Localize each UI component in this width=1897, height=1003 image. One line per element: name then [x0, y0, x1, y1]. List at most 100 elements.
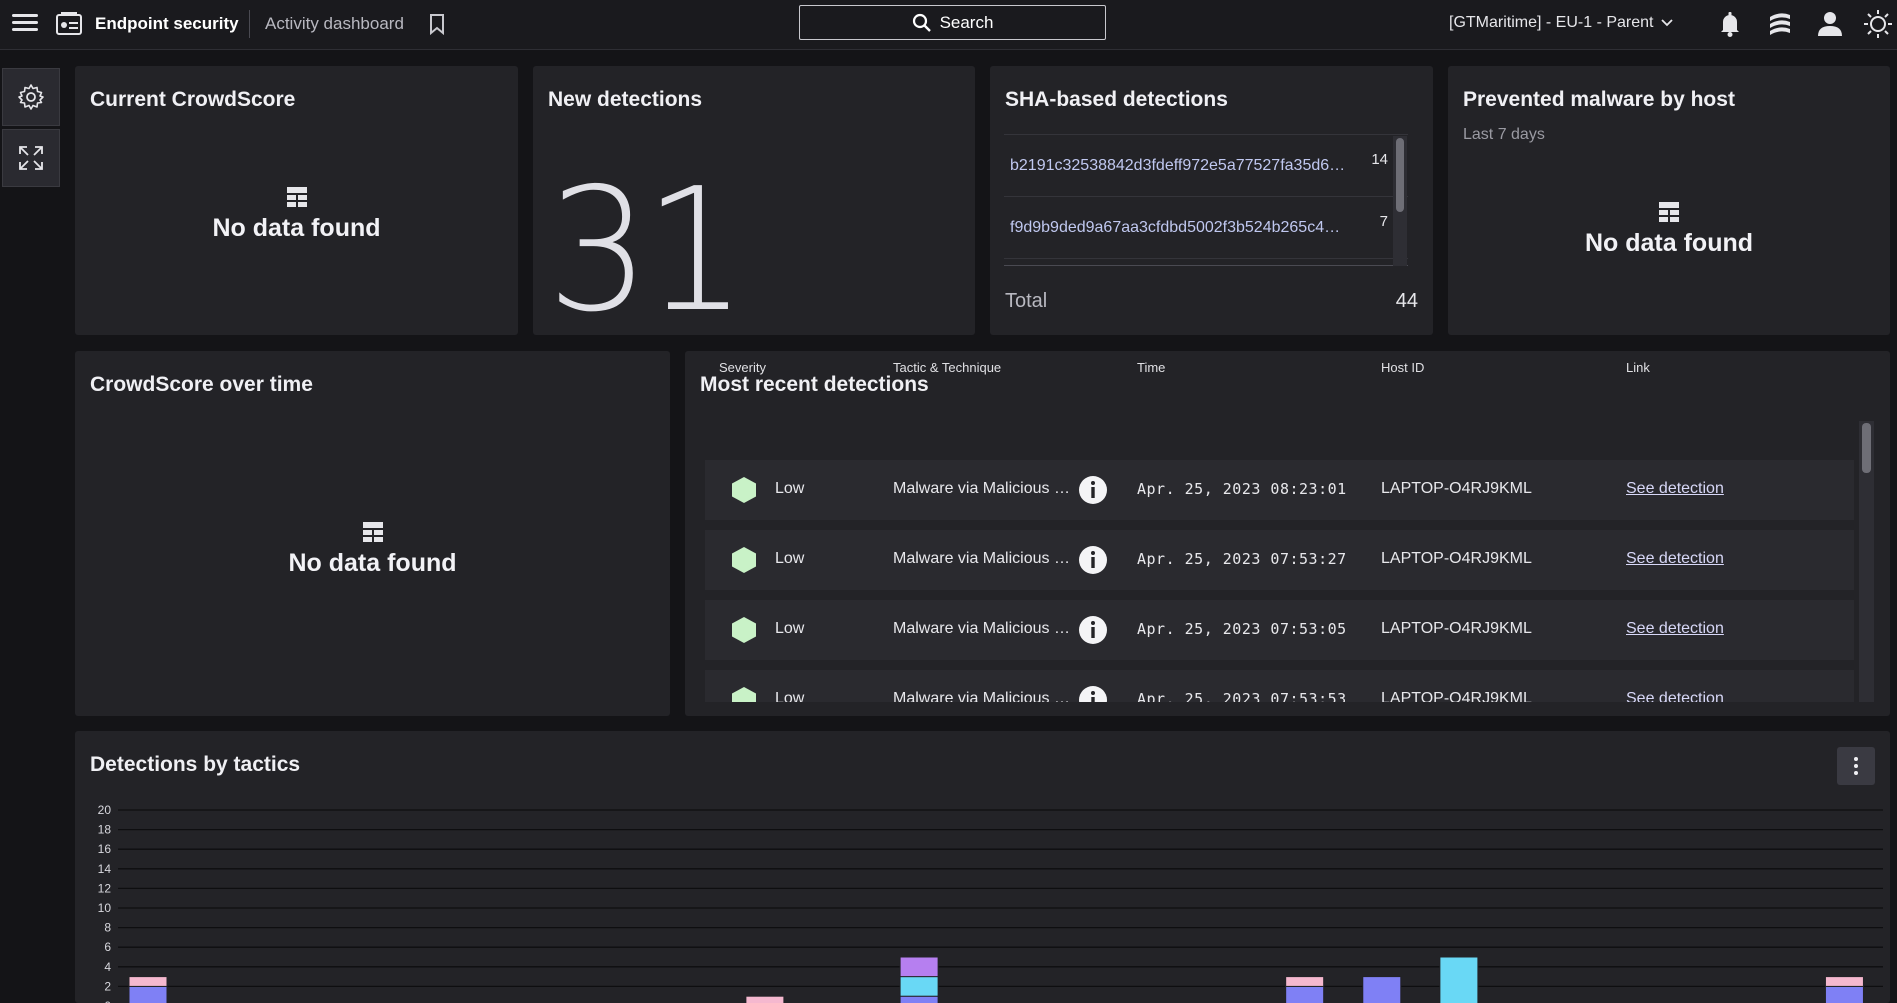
bar-segment[interactable]: [128, 985, 168, 1003]
expand-icon: [19, 146, 43, 170]
no-data: No data found: [75, 521, 670, 578]
no-data: No data found: [75, 186, 518, 243]
card-subtitle: Last 7 days: [1463, 126, 1545, 143]
severity-value: Low: [775, 620, 805, 637]
chevron-down-icon: [1661, 19, 1674, 27]
prevented-malware-card: Prevented malware by host Last 7 days No…: [1448, 66, 1890, 335]
tenant-label: [GTMaritime] - EU-1 - Parent: [1449, 14, 1654, 31]
bar-segment[interactable]: [1824, 976, 1864, 987]
new-detections-card[interactable]: New detections 31: [533, 66, 975, 336]
see-detection-link[interactable]: See detection: [1626, 690, 1724, 702]
info-icon[interactable]: [1078, 615, 1108, 645]
host-value: LAPTOP-O4RJ9KML: [1381, 480, 1532, 497]
bar-segment[interactable]: [899, 976, 939, 997]
tactic-value: Malware via Malicious …: [893, 480, 1070, 497]
info-icon[interactable]: [1078, 545, 1108, 575]
table-icon: [286, 187, 307, 207]
bell-icon[interactable]: [1715, 9, 1745, 39]
hexagon-icon: [732, 617, 756, 643]
no-data-text: No data found: [288, 549, 457, 577]
see-detection-link[interactable]: See detection: [1626, 480, 1724, 498]
new-detections-count[interactable]: 31: [547, 166, 747, 336]
switch-icon[interactable]: [1765, 9, 1795, 39]
header-divider: [249, 10, 250, 38]
sha-detections-card: SHA-based detections b2191c32538842d3fde…: [990, 66, 1433, 335]
detections-table-body: Low Malware via Malicious … Apr. 25, 202…: [705, 460, 1854, 702]
tactic-value: Malware via Malicious …: [893, 690, 1070, 702]
sun-icon[interactable]: [1863, 9, 1893, 39]
card-title: Prevented malware by host: [1463, 88, 1735, 111]
table-row[interactable]: Low Malware via Malicious … Apr. 25, 202…: [705, 530, 1854, 590]
crowdscore-over-time-card: CrowdScore over time No data found: [75, 351, 670, 716]
time-value: Apr. 25, 2023 08:23:01: [1137, 480, 1347, 498]
current-crowdscore-card: Current CrowdScore No data found: [75, 66, 518, 335]
card-title: CrowdScore over time: [90, 373, 313, 396]
y-tick-label: 12: [98, 881, 112, 895]
no-data-text: No data found: [212, 214, 381, 242]
sha-count: 7: [1379, 213, 1388, 230]
time-value: Apr. 25, 2023 07:53:05: [1137, 620, 1347, 638]
y-tick-label: 0: [104, 999, 111, 1003]
see-detection-link[interactable]: See detection: [1626, 550, 1724, 568]
y-tick-label: 4: [104, 960, 111, 974]
expand-button[interactable]: [2, 129, 60, 187]
table-row[interactable]: Low Malware via Malicious … Apr. 25, 202…: [705, 460, 1854, 520]
sha-scrollbar-thumb[interactable]: [1396, 138, 1404, 212]
no-data-text: No data found: [1584, 229, 1754, 257]
host-value: LAPTOP-O4RJ9KML: [1381, 550, 1532, 567]
table-row[interactable]: Low Malware via Malicious … Apr. 25, 202…: [705, 600, 1854, 660]
menu-icon[interactable]: [12, 10, 38, 36]
bar-segment[interactable]: [1285, 976, 1325, 987]
sha-count: 14: [1371, 151, 1388, 168]
no-data: No data found: [1448, 201, 1890, 258]
col-severity[interactable]: Severity: [719, 360, 766, 375]
sha-row[interactable]: b2191c32538842d3fdeff972e5a77527fa35d6… …: [1004, 134, 1408, 196]
bar-segment[interactable]: [899, 995, 939, 1003]
severity-value: Low: [775, 480, 805, 497]
col-link[interactable]: Link: [1626, 360, 1650, 375]
page-name: Activity dashboard: [265, 14, 404, 33]
y-tick-label: 20: [98, 803, 112, 817]
host-value: LAPTOP-O4RJ9KML: [1381, 620, 1532, 637]
bar-segment[interactable]: [899, 956, 939, 978]
see-detection-link[interactable]: See detection: [1626, 620, 1724, 638]
time-value: Apr. 25, 2023 07:53:53: [1137, 690, 1347, 702]
sha-hash[interactable]: f9d9b9ded9a67aa3cfdbd5002f3b524b265c4…: [1010, 219, 1370, 237]
col-host[interactable]: Host ID: [1381, 360, 1424, 375]
y-tick-label: 14: [98, 862, 112, 876]
info-icon[interactable]: [1078, 685, 1108, 702]
severity-value: Low: [775, 550, 805, 567]
bar-segment[interactable]: [1824, 985, 1864, 1003]
bar-segment[interactable]: [1285, 985, 1325, 1003]
card-title: SHA-based detections: [1005, 88, 1228, 111]
bar-segment[interactable]: [1439, 956, 1479, 1003]
col-tactic[interactable]: Tactic & Technique: [893, 360, 1001, 375]
y-tick-label: 16: [98, 842, 112, 856]
total-label: Total: [1005, 290, 1048, 312]
settings-button[interactable]: [2, 68, 60, 126]
severity-value: Low: [775, 690, 805, 702]
tenant-selector[interactable]: [GTMaritime] - EU-1 - Parent: [1449, 14, 1674, 32]
info-icon[interactable]: [1078, 475, 1108, 505]
left-rail: [0, 68, 61, 188]
detections-by-tactics-card: Detections by tactics 02468101214161820: [75, 731, 1890, 1003]
app-name[interactable]: Endpoint security: [95, 14, 239, 34]
sha-row[interactable]: [1004, 258, 1408, 265]
hexagon-icon: [732, 687, 756, 702]
sha-row[interactable]: f9d9b9ded9a67aa3cfdbd5002f3b524b265c4… 7: [1004, 196, 1408, 258]
y-tick-label: 8: [104, 921, 111, 935]
table-row[interactable]: Low Malware via Malicious … Apr. 25, 202…: [705, 670, 1854, 702]
sha-hash[interactable]: b2191c32538842d3fdeff972e5a77527fa35d6…: [1010, 157, 1370, 175]
bar-segment[interactable]: [128, 976, 168, 987]
top-bar: Endpoint security Activity dashboard Sea…: [0, 0, 1897, 50]
table-scrollbar-thumb[interactable]: [1862, 423, 1871, 473]
total-value: 44: [1395, 290, 1418, 312]
bar-segment[interactable]: [745, 995, 785, 1003]
card-title: Current CrowdScore: [90, 88, 296, 111]
time-value: Apr. 25, 2023 07:53:27: [1137, 550, 1347, 568]
bar-segment[interactable]: [1362, 976, 1402, 1003]
user-icon[interactable]: [1815, 9, 1845, 39]
bookmark-icon[interactable]: [428, 13, 446, 35]
search-button[interactable]: Search: [799, 5, 1106, 40]
col-time[interactable]: Time: [1137, 360, 1165, 375]
